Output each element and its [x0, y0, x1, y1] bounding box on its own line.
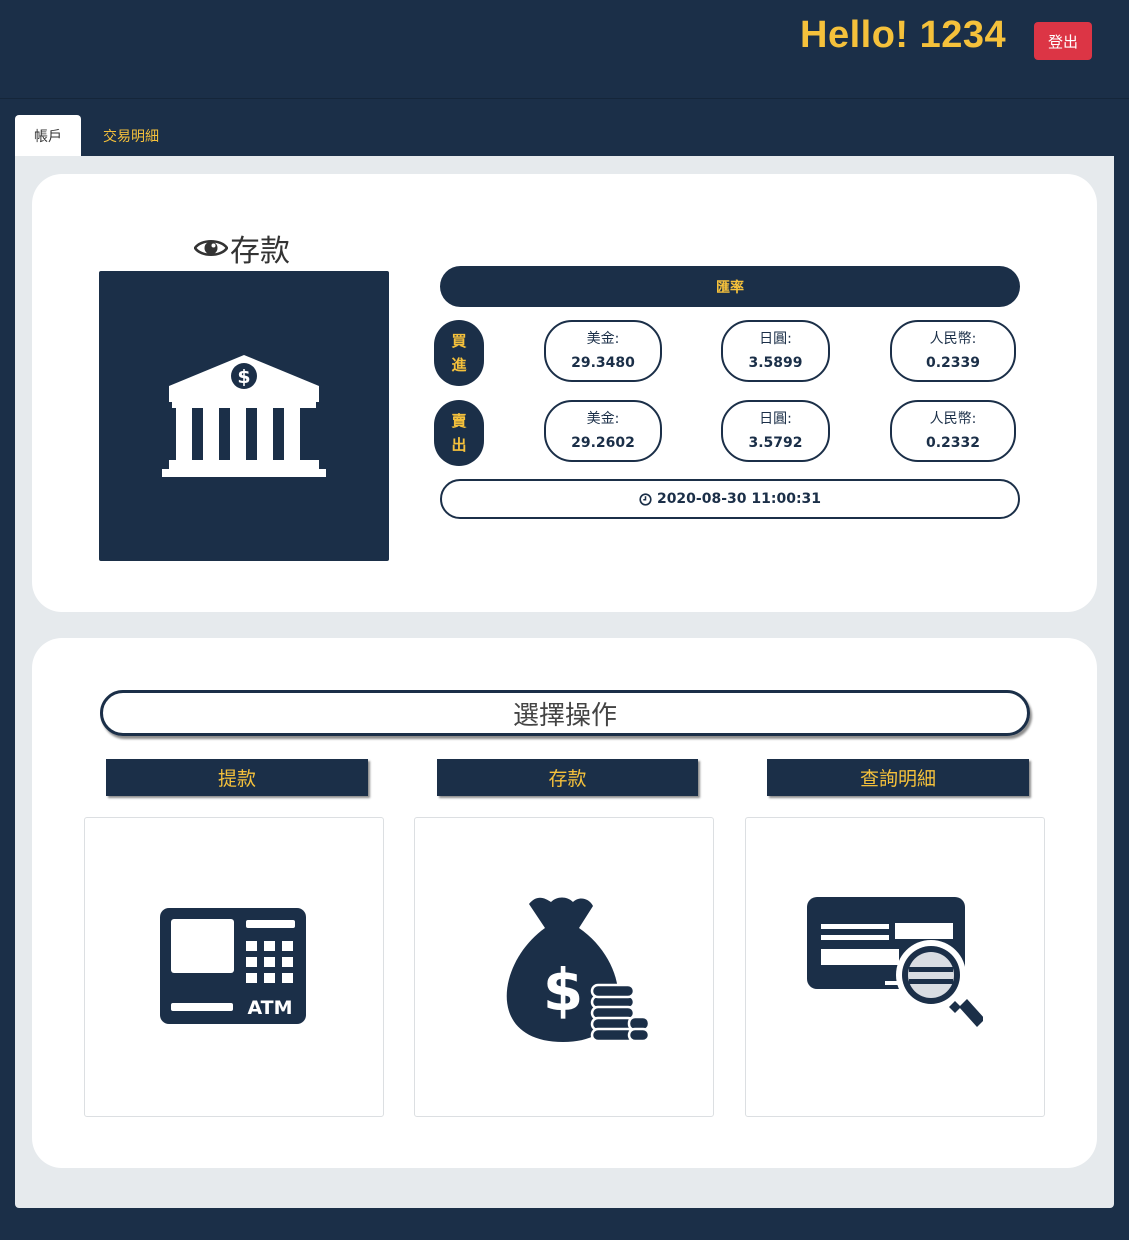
buy-jpy-rate: 日圓: 3.5899: [721, 320, 830, 382]
sell-jpy-rate: 日圓: 3.5792: [721, 400, 830, 462]
operations-title: 選擇操作: [100, 690, 1030, 736]
greeting-text: Hello! 1234: [800, 14, 1007, 56]
svg-text:$: $: [543, 956, 583, 1024]
query-details-image[interactable]: [745, 817, 1045, 1117]
timestamp-text: 2020-08-30 11:00:31: [656, 491, 822, 507]
rate-timestamp: 2020-08-30 11:00:31: [440, 479, 1020, 519]
query-details-button[interactable]: 查詢明細: [767, 759, 1029, 796]
sell-usd-rate: 美金: 29.2602: [544, 400, 662, 462]
card-search-icon: [807, 897, 983, 1027]
tab-account[interactable]: 帳戶: [15, 115, 81, 156]
eye-icon: [194, 239, 228, 257]
tab-transactions[interactable]: 交易明細: [86, 115, 176, 156]
deposit-title: 存款: [230, 234, 290, 269]
exchange-rate-header: 匯率: [440, 266, 1020, 307]
top-header: Hello! 1234 登出: [0, 0, 1129, 99]
operations-card: 選擇操作 提款 存款 查詢明細 ATM $: [32, 638, 1097, 1168]
buy-usd-rate: 美金: 29.3480: [544, 320, 662, 382]
svg-text:$: $: [237, 366, 250, 388]
money-bag-icon: $: [506, 897, 649, 1042]
tab-content-panel: 存款 $ 匯率 買 進 賣 出 美金: 29.3480 日圓: 3.5899 人…: [15, 156, 1114, 1208]
account-card: 存款 $ 匯率 買 進 賣 出 美金: 29.3480 日圓: 3.5899 人…: [32, 174, 1097, 612]
clock-icon: [639, 492, 652, 506]
logout-button[interactable]: 登出: [1034, 22, 1092, 60]
withdraw-button[interactable]: 提款: [106, 759, 368, 796]
buy-cny-rate: 人民幣: 0.2339: [890, 320, 1016, 382]
bank-image: $: [99, 271, 389, 561]
buy-label: 買 進: [434, 320, 484, 386]
deposit-button[interactable]: 存款: [437, 759, 698, 796]
sell-label: 賣 出: [434, 400, 484, 466]
sell-cny-rate: 人民幣: 0.2332: [890, 400, 1016, 462]
svg-text:ATM: ATM: [247, 997, 292, 1019]
deposit-heading: 存款: [194, 226, 290, 270]
deposit-image[interactable]: $: [414, 817, 714, 1117]
withdraw-image[interactable]: ATM: [84, 817, 384, 1117]
bank-icon: $: [162, 355, 326, 477]
atm-icon: ATM: [160, 908, 306, 1024]
